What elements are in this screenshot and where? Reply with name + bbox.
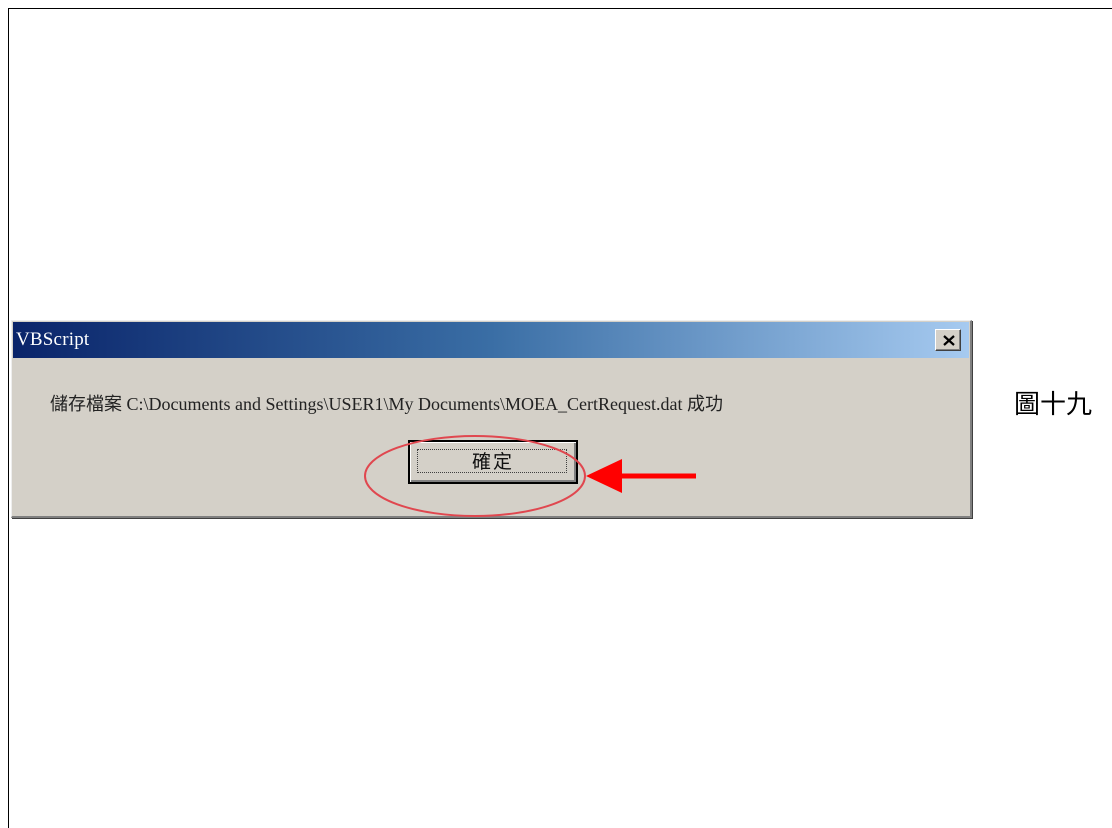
dialog-title: VBScript xyxy=(16,329,90,350)
dialog-message: 儲存檔案 C:\Documents and Settings\USER1\My … xyxy=(50,394,723,414)
ok-button-label: 確定 xyxy=(471,452,514,473)
figure-caption: 圖十九 xyxy=(1014,389,1093,419)
ok-button[interactable]: 確定 xyxy=(408,440,578,484)
dialog-titlebar[interactable]: VBScript xyxy=(13,322,969,358)
vbscript-dialog: VBScript 儲存檔案 C:\Documents and Settings\… xyxy=(11,320,972,518)
close-icon xyxy=(943,335,955,346)
close-button[interactable] xyxy=(935,329,961,351)
